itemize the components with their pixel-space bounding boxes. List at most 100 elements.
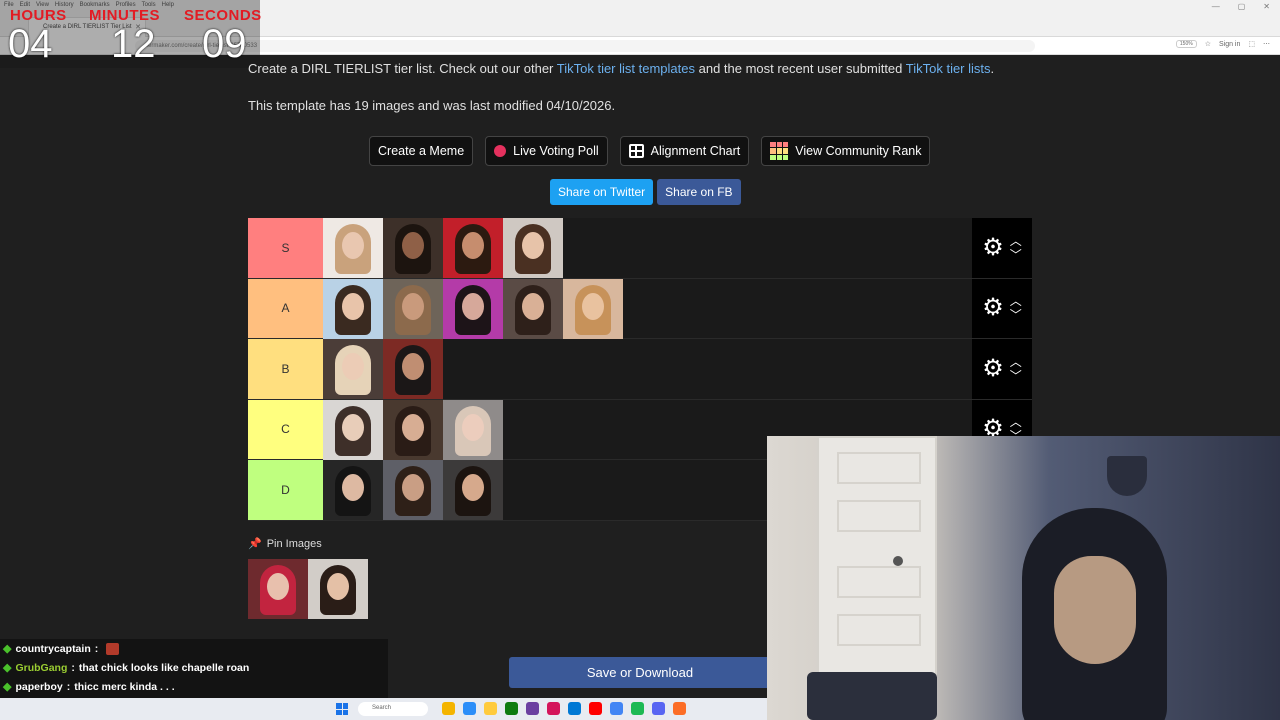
tier-image[interactable] bbox=[503, 218, 563, 278]
minimize-icon[interactable]: — bbox=[1212, 2, 1220, 11]
community-rank-button[interactable]: View Community Rank bbox=[761, 136, 931, 166]
tier-image[interactable] bbox=[383, 339, 443, 399]
chat-badge-icon: ◆ bbox=[3, 643, 12, 655]
taskbar: Search bbox=[0, 698, 767, 720]
taskbar-search[interactable]: Search bbox=[358, 702, 428, 716]
tier-image[interactable] bbox=[503, 278, 563, 339]
taskbar-app-icon[interactable] bbox=[610, 702, 623, 715]
tier-image[interactable] bbox=[323, 339, 383, 399]
tier-label[interactable]: S bbox=[248, 218, 323, 278]
action-buttons: Create a Meme Live Voting Poll Alignment… bbox=[369, 136, 931, 166]
thumb-face bbox=[402, 292, 424, 320]
template-meta: This template has 19 images and was last… bbox=[248, 98, 616, 113]
taskbar-app-icon[interactable] bbox=[589, 702, 602, 715]
tier-image[interactable] bbox=[443, 278, 503, 339]
taskbar-app-icon[interactable] bbox=[484, 702, 497, 715]
chevron-down-icon[interactable]: ﹀ bbox=[1010, 249, 1022, 261]
chevron-up-icon[interactable]: ︿ bbox=[1010, 235, 1022, 247]
tier-image[interactable] bbox=[383, 399, 443, 460]
taskbar-app-icon[interactable] bbox=[463, 702, 476, 715]
close-window-icon[interactable]: ✕ bbox=[1263, 2, 1270, 11]
gear-icon[interactable]: ⚙ bbox=[982, 235, 1004, 260]
tier-label[interactable]: A bbox=[248, 278, 323, 338]
alignment-chart-label: Alignment Chart bbox=[650, 144, 741, 158]
taskbar-icons bbox=[442, 702, 686, 715]
tier-image[interactable] bbox=[383, 218, 443, 278]
share-twitter-button[interactable]: Share on Twitter bbox=[550, 179, 654, 205]
taskbar-app-icon[interactable] bbox=[652, 702, 665, 715]
chat-username: GrubGang bbox=[15, 661, 68, 674]
taskbar-app-icon[interactable] bbox=[442, 702, 455, 715]
save-download-button[interactable]: Save or Download bbox=[509, 657, 771, 688]
taskbar-app-icon[interactable] bbox=[673, 702, 686, 715]
tier-label[interactable]: C bbox=[248, 399, 323, 459]
star-icon[interactable]: ☆ bbox=[1205, 40, 1211, 48]
share-fb-button[interactable]: Share on FB bbox=[657, 179, 741, 205]
tier-image[interactable] bbox=[383, 278, 443, 339]
maximize-icon[interactable]: ▢ bbox=[1238, 2, 1246, 11]
live-voting-label: Live Voting Poll bbox=[513, 144, 599, 158]
tier-image[interactable] bbox=[323, 278, 383, 339]
chevron-up-icon[interactable]: ︿ bbox=[1010, 416, 1022, 428]
window-controls: — ▢ ✕ bbox=[1212, 2, 1270, 11]
thumb-face bbox=[267, 573, 289, 600]
extension-icon[interactable]: ⬚ bbox=[1248, 40, 1255, 48]
chat-text: that chick looks like chapelle roan bbox=[78, 661, 250, 674]
streamer-face bbox=[1054, 556, 1136, 664]
intro-mid: and the most recent user submitted bbox=[695, 61, 906, 76]
tiktok-templates-link[interactable]: TikTok tier list templates bbox=[557, 61, 695, 76]
thumb-face bbox=[342, 232, 364, 259]
tiktok-tierlists-link[interactable]: TikTok tier lists bbox=[906, 61, 991, 76]
tier-images bbox=[323, 399, 503, 460]
pinned-image[interactable] bbox=[308, 559, 368, 619]
pinned-image[interactable] bbox=[248, 559, 308, 619]
tier-images bbox=[323, 460, 503, 520]
community-rank-label: View Community Rank bbox=[795, 144, 922, 158]
intro-suffix: . bbox=[990, 61, 995, 76]
share-buttons: Share on Twitter Share on FB bbox=[550, 179, 741, 205]
webcam-lamp bbox=[1107, 456, 1147, 496]
signin-button[interactable]: Sign in bbox=[1219, 41, 1240, 48]
taskbar-app-icon[interactable] bbox=[631, 702, 644, 715]
tier-label[interactable]: B bbox=[248, 339, 323, 399]
chat-message: ◆ countrycaptain: bbox=[0, 639, 388, 658]
zoom-indicator[interactable]: 150% bbox=[1175, 40, 1197, 48]
gear-icon[interactable]: ⚙ bbox=[982, 356, 1004, 381]
pinned-images bbox=[248, 559, 368, 619]
tier-controls: ⚙ ︿ ﹀ bbox=[972, 218, 1032, 278]
tier-image[interactable] bbox=[563, 278, 623, 339]
tier-move-arrows: ︿﹀ bbox=[1010, 356, 1022, 382]
chevron-down-icon[interactable]: ﹀ bbox=[1010, 370, 1022, 382]
taskbar-app-icon[interactable] bbox=[568, 702, 581, 715]
url-field[interactable]: tiermaker.com/create/dirl-tierlist-15760… bbox=[135, 40, 1035, 52]
taskbar-app-icon[interactable] bbox=[547, 702, 560, 715]
minutes-value: 12 bbox=[111, 22, 156, 66]
windows-start-icon[interactable] bbox=[336, 703, 348, 715]
intro-text: Create a DIRL TIERLIST tier list. Check … bbox=[248, 61, 994, 76]
thumb-face bbox=[462, 474, 484, 501]
chevron-up-icon[interactable]: ︿ bbox=[1010, 295, 1022, 307]
chevron-up-icon[interactable]: ︿ bbox=[1010, 356, 1022, 368]
create-meme-button[interactable]: Create a Meme bbox=[369, 136, 474, 166]
taskbar-app-icon[interactable] bbox=[526, 702, 539, 715]
tier-image[interactable] bbox=[443, 460, 503, 520]
tier-label[interactable]: D bbox=[248, 460, 323, 520]
thumb-face bbox=[462, 232, 484, 259]
live-voting-button[interactable]: Live Voting Poll bbox=[485, 136, 608, 166]
chevron-down-icon[interactable]: ﹀ bbox=[1010, 309, 1022, 321]
tier-image[interactable] bbox=[323, 460, 383, 520]
menu-icon[interactable]: ⋯ bbox=[1263, 40, 1270, 48]
tier-image[interactable] bbox=[383, 460, 443, 520]
tier-image[interactable] bbox=[443, 218, 503, 278]
thumb-face bbox=[402, 474, 424, 501]
gear-icon[interactable]: ⚙ bbox=[982, 296, 1004, 320]
taskbar-app-icon[interactable] bbox=[505, 702, 518, 715]
tier-image[interactable] bbox=[323, 399, 383, 460]
record-dot-icon bbox=[494, 145, 507, 157]
chat-text: thicc merc kinda . . . bbox=[74, 680, 175, 693]
alignment-chart-button[interactable]: Alignment Chart bbox=[619, 136, 750, 166]
tier-image[interactable] bbox=[323, 218, 383, 278]
tier-grid-icon bbox=[770, 142, 789, 160]
tier-controls: ⚙ ︿ ﹀ bbox=[972, 278, 1032, 338]
tier-image[interactable] bbox=[443, 399, 503, 460]
